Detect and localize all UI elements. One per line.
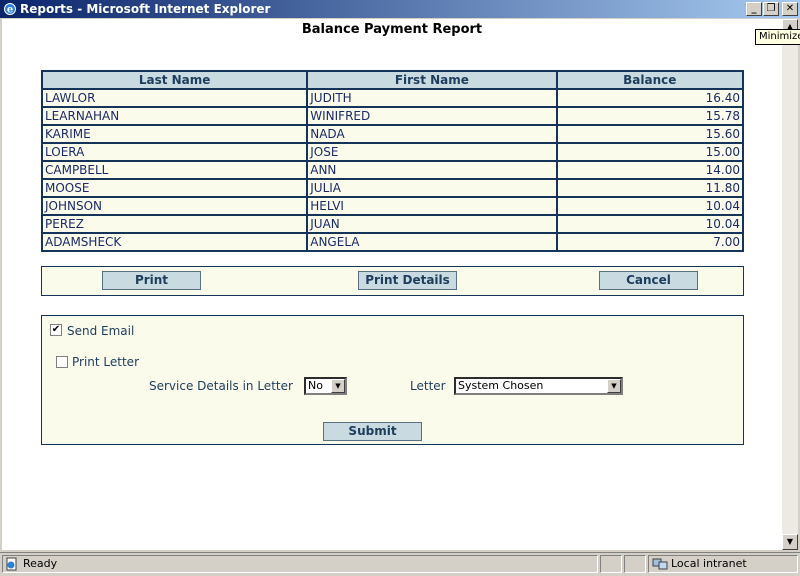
notification-options-panel: ✔ Send Email Print Letter Service Detail…: [41, 315, 744, 445]
send-email-label: Send Email: [67, 324, 135, 338]
internet-explorer-icon: e: [4, 3, 16, 16]
service-details-value: No: [308, 379, 323, 392]
minimize-tooltip: Minimize: [755, 29, 800, 45]
balance-table: Last Name First Name Balance LAWLOR JUDI…: [40, 70, 744, 252]
table-row: ADAMSHECK ANGELA 7.00: [40, 232, 744, 252]
chevron-down-icon: ▼: [607, 379, 621, 393]
last-name-cell: ADAMSHECK: [40, 232, 309, 252]
print-details-button[interactable]: Print Details: [358, 271, 457, 290]
last-name-cell: CAMPBELL: [40, 160, 309, 180]
first-name-cell: ANGELA: [306, 232, 558, 252]
status-text: Ready: [23, 557, 58, 570]
column-header-balance: Balance: [555, 70, 744, 90]
first-name-cell: JUAN: [306, 214, 558, 234]
last-name-cell: MOOSE: [40, 178, 309, 198]
first-name-cell: ANN: [306, 160, 558, 180]
first-name-cell: JULIA: [306, 178, 558, 198]
close-button[interactable]: ✕: [782, 2, 798, 16]
balance-cell: 11.80: [555, 178, 744, 198]
title-bar: e Reports - Microsoft Internet Explorer …: [0, 0, 800, 18]
page-content: Balance Payment Report Last Name First N…: [2, 19, 782, 550]
first-name-cell: HELVI: [306, 196, 558, 216]
cancel-button[interactable]: Cancel: [599, 271, 698, 290]
action-bar: Print Print Details Cancel: [41, 266, 744, 296]
page-icon: [6, 557, 17, 571]
table-row: LOERA JOSE 15.00: [40, 142, 744, 162]
window-title: Reports - Microsoft Internet Explorer: [20, 2, 271, 16]
balance-cell: 15.78: [555, 106, 744, 126]
letter-value: System Chosen: [458, 379, 544, 392]
last-name-cell: LEARNAHAN: [40, 106, 309, 126]
minimize-button[interactable]: _: [746, 2, 762, 16]
first-name-cell: JOSE: [306, 142, 558, 162]
status-panel: Ready: [2, 555, 598, 573]
scroll-down-icon[interactable]: ▼: [782, 534, 798, 550]
balance-cell: 15.00: [555, 142, 744, 162]
table-row: LAWLOR JUDITH 16.40: [40, 88, 744, 108]
print-letter-label: Print Letter: [72, 355, 140, 369]
last-name-cell: JOHNSON: [40, 196, 309, 216]
first-name-cell: JUDITH: [306, 88, 558, 108]
print-button[interactable]: Print: [102, 271, 201, 290]
browser-window: e Reports - Microsoft Internet Explorer …: [0, 0, 800, 576]
balance-cell: 10.04: [555, 214, 744, 234]
send-email-checkbox[interactable]: ✔: [50, 324, 62, 336]
page-title: Balance Payment Report: [301, 22, 483, 37]
first-name-cell: WINIFRED: [306, 106, 558, 126]
print-letter-checkbox[interactable]: [56, 356, 68, 368]
balance-cell: 14.00: [555, 160, 744, 180]
table-header-row: Last Name First Name Balance: [40, 70, 744, 90]
balance-cell: 16.40: [555, 88, 744, 108]
service-details-select[interactable]: No ▼: [304, 377, 347, 395]
balance-cell: 7.00: [555, 232, 744, 252]
balance-cell: 15.60: [555, 124, 744, 144]
intranet-icon: [652, 558, 668, 570]
letter-select[interactable]: System Chosen ▼: [454, 377, 623, 395]
last-name-cell: PEREZ: [40, 214, 309, 234]
submit-button[interactable]: Submit: [323, 422, 422, 441]
balance-cell: 10.04: [555, 196, 744, 216]
chevron-down-icon: ▼: [331, 379, 345, 393]
service-details-label: Service Details in Letter: [149, 379, 293, 393]
svg-text:e: e: [7, 5, 13, 16]
last-name-cell: LAWLOR: [40, 88, 309, 108]
letter-label: Letter: [410, 379, 446, 393]
status-bar: Ready Local intranet: [0, 552, 800, 574]
last-name-cell: LOERA: [40, 142, 309, 162]
security-zone-panel: Local intranet: [648, 555, 798, 573]
maximize-button[interactable]: ❐: [763, 2, 779, 16]
vertical-scrollbar[interactable]: ▲ ▼: [782, 19, 798, 550]
table-row: PEREZ JUAN 10.04: [40, 214, 744, 234]
column-header-last-name: Last Name: [40, 70, 309, 90]
first-name-cell: NADA: [306, 124, 558, 144]
column-header-first-name: First Name: [306, 70, 558, 90]
status-panel-empty: [624, 555, 646, 573]
zone-text: Local intranet: [671, 557, 747, 570]
table-row: LEARNAHAN WINIFRED 15.78: [40, 106, 744, 126]
table-row: JOHNSON HELVI 10.04: [40, 196, 744, 216]
table-row: CAMPBELL ANN 14.00: [40, 160, 744, 180]
status-panel-empty: [600, 555, 622, 573]
table-row: MOOSE JULIA 11.80: [40, 178, 744, 198]
table-row: KARIME NADA 15.60: [40, 124, 744, 144]
last-name-cell: KARIME: [40, 124, 309, 144]
